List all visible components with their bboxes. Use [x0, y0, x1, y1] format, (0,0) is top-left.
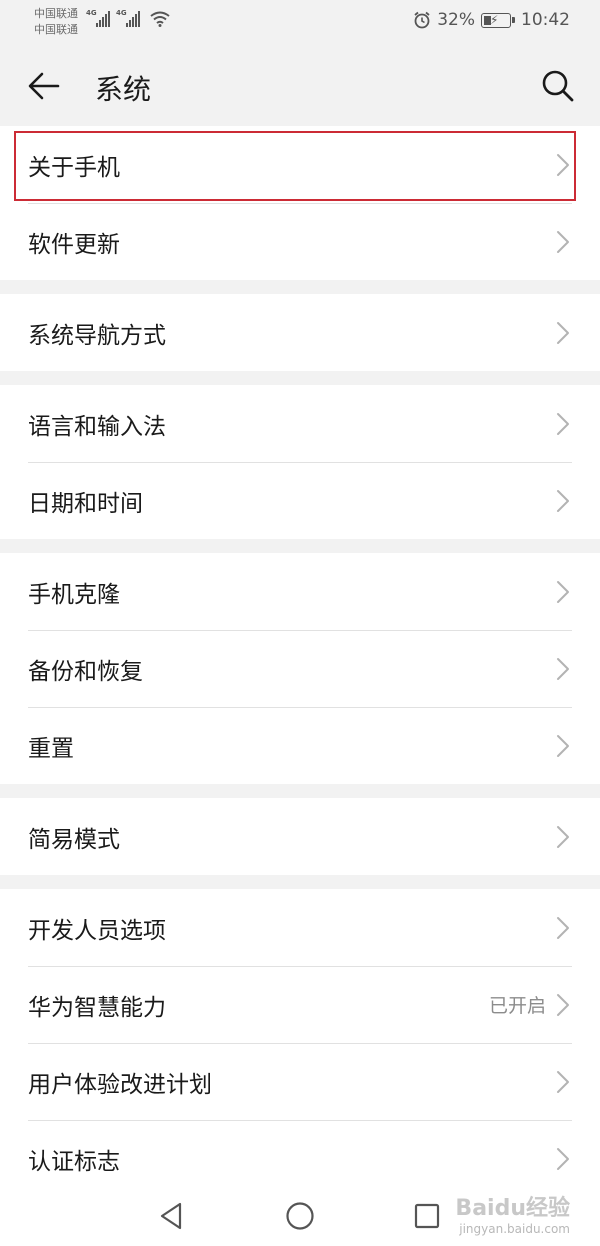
back-arrow-icon [28, 72, 60, 100]
settings-item[interactable]: 重置 [0, 707, 600, 784]
triangle-back-icon [160, 1202, 182, 1230]
settings-item-label: 系统导航方式 [28, 322, 166, 349]
settings-item[interactable]: 手机克隆 [0, 553, 600, 630]
settings-group: 系统导航方式 [0, 294, 600, 371]
settings-item-label: 用户体验改进计划 [28, 1071, 212, 1098]
title-bar: 系统 [0, 44, 600, 126]
chevron-right-icon [556, 657, 570, 681]
settings-group: 手机克隆备份和恢复重置 [0, 553, 600, 784]
search-icon [542, 70, 574, 102]
nav-home-button[interactable] [282, 1198, 318, 1234]
network-type-2: 4G [116, 9, 127, 17]
watermark-brand: Baidu经验 [455, 1196, 570, 1221]
chevron-right-icon [556, 153, 570, 177]
settings-item[interactable]: 备份和恢复 [0, 630, 600, 707]
signal-strength-icon: 4G [116, 9, 140, 27]
chevron-right-icon [556, 580, 570, 604]
settings-group: 开发人员选项 华为智慧能力 已开启用户体验改进计划 认证标志 [0, 889, 600, 1197]
clock-time: 10:42 [521, 10, 570, 30]
battery-percent: 32% [437, 10, 475, 30]
chevron-right-icon [556, 230, 570, 254]
settings-item-label: 认证标志 [28, 1148, 120, 1175]
chevron-right-icon [556, 734, 570, 758]
settings-item[interactable]: 华为智慧能力 已开启 [0, 966, 600, 1043]
carrier-2: 中国联通 [34, 23, 78, 36]
wifi-icon [150, 11, 170, 27]
watermark: Baidu经验 jingyan.baidu.com [455, 1190, 570, 1236]
status-bar: 中国联通 中国联通 4G 4G 32% ⚡ 10:42 [0, 0, 600, 44]
charging-icon: ⚡ [490, 12, 499, 27]
page-title: 系统 [95, 73, 152, 106]
network-type-1: 4G [86, 9, 97, 17]
settings-list: 关于手机 软件更新 系统导航方式 语言和输入法 日期和时间 手机克隆 备份和恢复 重置 简易模式… [0, 126, 600, 1211]
settings-item-label: 语言和输入法 [28, 413, 166, 440]
watermark-url: jingyan.baidu.com [459, 1222, 570, 1236]
signal-indicators: 4G 4G [86, 9, 170, 27]
settings-group: 简易模式 [0, 798, 600, 875]
settings-item-label: 简易模式 [28, 826, 120, 853]
settings-item[interactable]: 简易模式 [0, 798, 600, 875]
square-recents-icon [414, 1203, 440, 1229]
settings-item-label: 重置 [28, 735, 74, 762]
chevron-right-icon [556, 412, 570, 436]
chevron-right-icon [556, 916, 570, 940]
settings-item[interactable]: 用户体验改进计划 [0, 1043, 600, 1120]
settings-item[interactable]: 语言和输入法 [0, 385, 600, 462]
settings-item-label: 软件更新 [28, 231, 120, 258]
navigation-bar: Baidu经验 jingyan.baidu.com [0, 1186, 600, 1246]
carrier-1: 中国联通 [34, 7, 78, 20]
settings-item-label: 关于手机 [28, 154, 120, 181]
circle-home-icon [286, 1202, 314, 1230]
settings-item[interactable]: 开发人员选项 [0, 889, 600, 966]
settings-item[interactable]: 日期和时间 [0, 462, 600, 539]
chevron-right-icon [556, 321, 570, 345]
nav-back-button[interactable] [154, 1198, 190, 1234]
carrier-labels: 中国联通 中国联通 [34, 6, 78, 38]
alarm-clock-icon [414, 11, 430, 29]
chevron-right-icon [556, 825, 570, 849]
chevron-right-icon [556, 993, 570, 1017]
settings-group: 语言和输入法 日期和时间 [0, 385, 600, 539]
settings-item[interactable]: 软件更新 [0, 203, 600, 280]
signal-strength-icon: 4G [86, 9, 110, 27]
settings-item[interactable]: 关于手机 [0, 126, 600, 203]
settings-item-label: 开发人员选项 [28, 917, 166, 944]
settings-item-label: 日期和时间 [28, 490, 143, 517]
status-right: 32% ⚡ 10:42 [413, 10, 570, 30]
chevron-right-icon [556, 1147, 570, 1171]
battery-icon: ⚡ [481, 12, 515, 28]
search-button[interactable] [538, 66, 578, 106]
settings-item-label: 备份和恢复 [28, 658, 143, 685]
settings-item-label: 手机克隆 [28, 581, 120, 608]
settings-group: 关于手机 软件更新 [0, 126, 600, 280]
settings-item-value: 已开启 [488, 995, 546, 1017]
nav-recents-button[interactable] [409, 1198, 445, 1234]
chevron-right-icon [556, 489, 570, 513]
settings-item[interactable]: 系统导航方式 [0, 294, 600, 371]
settings-item-label: 华为智慧能力 [28, 994, 166, 1021]
back-button[interactable] [24, 66, 68, 106]
chevron-right-icon [556, 1070, 570, 1094]
